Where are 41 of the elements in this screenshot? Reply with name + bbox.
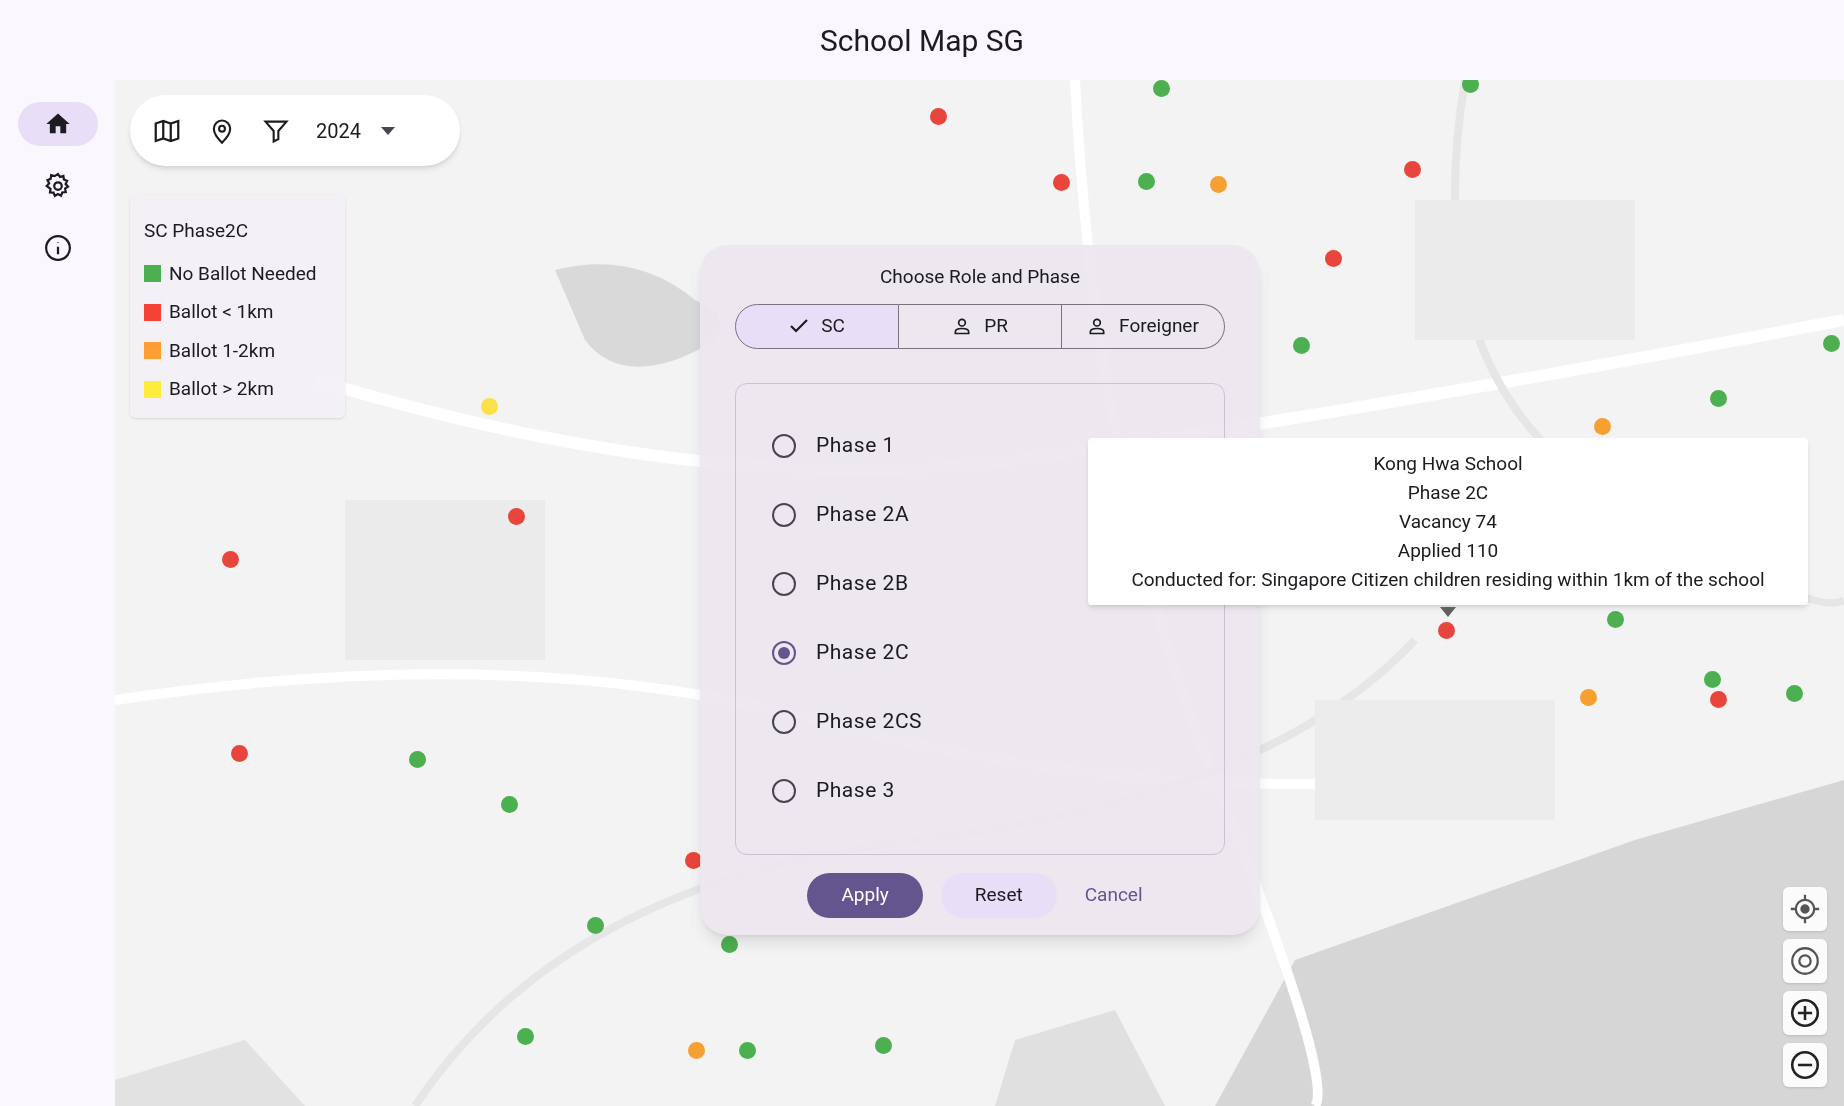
tooltip-pointer-icon (1440, 607, 1456, 617)
legend-label: Ballot < 1km (169, 299, 274, 325)
locate-button[interactable] (1783, 887, 1827, 931)
phase-option[interactable]: Phase 2A (772, 480, 1072, 550)
phase-option[interactable]: Phase 1 (772, 411, 1072, 481)
legend-label: Ballot 1-2km (169, 337, 276, 364)
radio-button[interactable] (772, 710, 796, 734)
zoom-in-button[interactable] (1783, 991, 1827, 1035)
tooltip-text: Kong Hwa School (1373, 451, 1523, 477)
role-segment[interactable]: SC (735, 303, 899, 349)
tooltip-text: Vacancy 74 (1399, 509, 1497, 535)
legend-label: No Ballot Needed (169, 260, 317, 287)
target-button[interactable] (1783, 939, 1827, 983)
zoom-out-button[interactable] (1783, 1043, 1827, 1087)
legend-title: SC Phase2C (144, 218, 250, 244)
radio-button[interactable] (772, 434, 796, 458)
app-title: School Map SG (819, 21, 1024, 60)
legend-label: Ballot > 2km (169, 376, 274, 402)
tooltip-text: Applied 110 (1397, 538, 1499, 564)
tooltip-text: Conducted for: Singapore Citizen children residing within 1km of the school (1131, 567, 1765, 593)
radio-button[interactable] (772, 572, 796, 596)
radio-button[interactable] (772, 503, 796, 527)
radio-button[interactable] (772, 779, 796, 803)
phase-option[interactable]: Phase 2C (772, 618, 1072, 688)
person-icon (1087, 316, 1108, 336)
apply-button[interactable]: Apply (807, 872, 923, 918)
info-icon (42, 233, 73, 263)
role-segment[interactable]: PR (899, 303, 1062, 349)
radio-button[interactable] (772, 641, 796, 665)
phase-option[interactable]: Phase 2CS (772, 687, 1072, 757)
check-icon (789, 318, 810, 334)
person-icon (952, 316, 973, 336)
phase-option[interactable]: Phase 3 (772, 756, 1072, 826)
cancel-button[interactable]: Cancel (1074, 872, 1153, 918)
dialog-title: Choose Role and Phase (880, 264, 1080, 290)
home-nav-button[interactable] (17, 102, 98, 146)
caret-icon (380, 126, 395, 135)
tooltip-text: Phase 2C (1407, 480, 1489, 506)
year-dropdown[interactable]: 2024 (316, 115, 395, 146)
phase-option[interactable]: Phase 2B (772, 549, 1072, 619)
reset-button[interactable]: Reset (940, 872, 1057, 918)
